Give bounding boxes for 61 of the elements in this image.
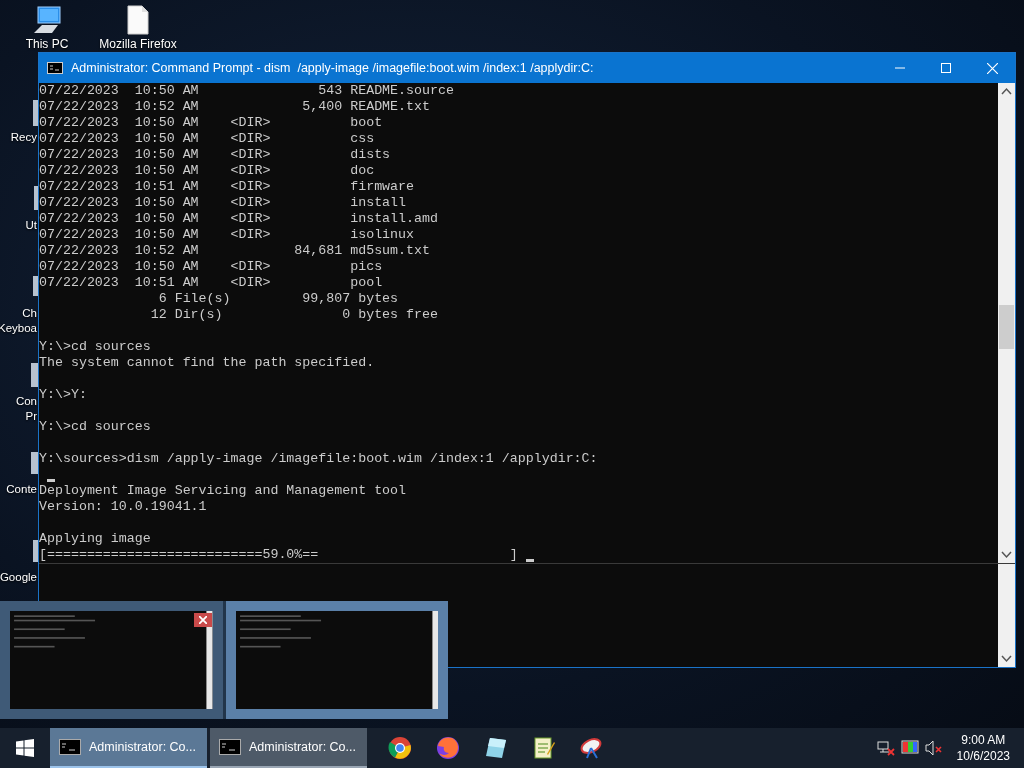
file-icon[interactable]	[127, 5, 149, 35]
desktop-icon-label: Recy	[10, 130, 37, 145]
console-line: Applying image	[39, 531, 152, 547]
desktop-icon-label: Mozilla Firefox	[99, 37, 177, 51]
network-error-icon[interactable]	[876, 740, 895, 756]
desktop-icon-label: Pr	[25, 409, 37, 424]
console-line: Y:\sources>dism /apply-image /imagefile:boot.wim /index:1 /applydir:C:	[39, 451, 599, 467]
window-title: Administrator: Command Prompt - dism /apply-image /imagefile:boot.wim /index:1 /applydir:C:	[71, 61, 595, 75]
console-line: Deployment Image Servicing and Management tool	[39, 483, 408, 499]
console-line: 07/22/2023 10:50 AM <DIR> boot	[39, 115, 384, 131]
console-line: 07/22/2023 10:50 AM <DIR> install	[39, 195, 408, 211]
console-line: 07/22/2023 10:50 AM <DIR> dists	[39, 147, 392, 163]
progress-text: [===========================59.0%== ]	[39, 547, 518, 563]
scrollbar[interactable]	[998, 83, 1015, 563]
muted-speaker-icon[interactable]	[924, 740, 943, 756]
console-line: 07/22/2023 10:50 AM <DIR> pics	[39, 259, 384, 275]
console-line: 07/22/2023 10:52 AM 5,400 README.txt	[39, 99, 431, 115]
console-line: 07/22/2023 10:51 AM <DIR> pool	[39, 275, 384, 291]
console-line: Y:\>Y:	[39, 387, 88, 403]
console-line: 12 Dir(s) 0 bytes free	[149, 307, 439, 323]
taskbar-button[interactable]: Administrator: Co...	[50, 728, 207, 768]
close-icon	[198, 616, 207, 624]
desktop-icon-label: Con	[15, 394, 37, 409]
maximize-icon	[941, 63, 951, 73]
console-line: Version: 10.0.19041.1	[39, 499, 208, 515]
window-preview[interactable]	[225, 601, 448, 719]
scrollbar[interactable]	[998, 564, 1015, 667]
console-line: The system cannot find the path specified.	[39, 355, 376, 371]
clock-time[interactable]: 9:00 AM	[961, 732, 1006, 748]
round-browser-icon[interactable]	[388, 736, 412, 760]
desktop-icon-label: Ut	[25, 218, 37, 233]
desktop-icon-label: This PC	[25, 37, 69, 51]
notepad-icon[interactable]	[532, 736, 556, 760]
windows-logo-icon[interactable]	[16, 739, 34, 757]
console-line: 07/22/2023 10:52 AM 84,681 md5sum.txt	[39, 243, 431, 259]
fox-browser-icon[interactable]	[436, 736, 460, 760]
taskbar-button[interactable]: Administrator: Co...	[210, 728, 367, 768]
close-icon	[986, 62, 998, 74]
console-icon	[219, 739, 241, 755]
console-line: 07/22/2023 10:50 AM <DIR> install.amd	[39, 211, 439, 227]
glass-pane-icon[interactable]	[484, 736, 508, 760]
text-cursor	[525, 559, 534, 562]
console-line: Y:\>cd sources	[39, 419, 152, 435]
color-display-icon[interactable]	[900, 740, 919, 756]
computer-icon[interactable]	[32, 5, 62, 35]
scrollbar-thumb[interactable]	[999, 305, 1014, 349]
console-line: 07/22/2023 10:50 AM <DIR> css	[39, 131, 376, 147]
console-line: 07/22/2023 10:50 AM 543 README.source	[39, 83, 455, 99]
console-icon	[47, 62, 63, 74]
clock-date[interactable]: 10/6/2023	[956, 748, 1010, 764]
console-line: 07/22/2023 10:51 AM <DIR> firmware	[39, 179, 416, 195]
desktop-icon-label: Conte	[6, 482, 37, 497]
console-line: 07/22/2023 10:50 AM <DIR> doc	[39, 163, 376, 179]
console-icon	[59, 739, 81, 755]
desktop-icon-label: Google	[0, 570, 37, 585]
console-line: Y:\>cd sources	[39, 339, 152, 355]
text-cursor	[47, 479, 55, 482]
console-line: 6 File(s) 99,807 bytes	[157, 291, 400, 307]
console-line: 07/22/2023 10:50 AM <DIR> isolinux	[39, 227, 416, 243]
window-preview[interactable]	[0, 601, 223, 719]
desktop-icon-label: Ch	[22, 306, 37, 321]
